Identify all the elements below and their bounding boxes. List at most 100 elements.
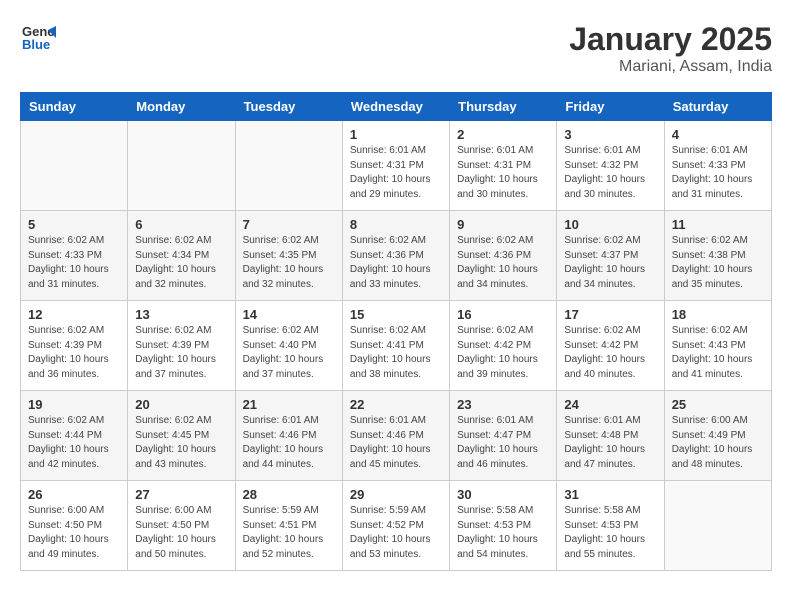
day-header-sunday: Sunday	[21, 93, 128, 121]
day-detail: Sunrise: 6:02 AM Sunset: 4:36 PM Dayligh…	[350, 234, 442, 292]
day-detail: Sunrise: 6:00 AM Sunset: 4:50 PM Dayligh…	[135, 504, 227, 562]
day-detail: Sunrise: 5:58 AM Sunset: 4:53 PM Dayligh…	[564, 504, 656, 562]
calendar-cell	[21, 121, 128, 211]
calendar-cell: 9 Sunrise: 6:02 AM Sunset: 4:36 PM Daylig…	[450, 211, 557, 301]
day-number: 31	[564, 487, 656, 502]
day-detail: Sunrise: 6:02 AM Sunset: 4:39 PM Dayligh…	[28, 324, 120, 382]
day-number: 19	[28, 397, 120, 412]
calendar-cell: 14 Sunrise: 6:02 AM Sunset: 4:40 PM Dayli…	[235, 301, 342, 391]
week-row-2: 5 Sunrise: 6:02 AM Sunset: 4:33 PM Daylig…	[21, 211, 772, 301]
day-number: 8	[350, 217, 442, 232]
day-number: 23	[457, 397, 549, 412]
day-header-monday: Monday	[128, 93, 235, 121]
day-number: 20	[135, 397, 227, 412]
calendar-cell: 18 Sunrise: 6:02 AM Sunset: 4:43 PM Dayli…	[664, 301, 771, 391]
calendar-cell: 22 Sunrise: 6:01 AM Sunset: 4:46 PM Dayli…	[342, 391, 449, 481]
calendar-cell: 16Sunrise: 6:02 AM Sunset: 4:42 PM Dayli…	[450, 301, 557, 391]
day-detail: Sunrise: 5:59 AM Sunset: 4:52 PM Dayligh…	[350, 504, 442, 562]
calendar-cell: 28 Sunrise: 5:59 AM Sunset: 4:51 PM Dayli…	[235, 481, 342, 571]
day-number: 30	[457, 487, 549, 502]
day-number: 1	[350, 127, 442, 142]
calendar-cell: 27 Sunrise: 6:00 AM Sunset: 4:50 PM Dayli…	[128, 481, 235, 571]
day-number: 21	[243, 397, 335, 412]
day-number: 5	[28, 217, 120, 232]
calendar-cell: 10Sunrise: 6:02 AM Sunset: 4:37 PM Dayli…	[557, 211, 664, 301]
day-number: 6	[135, 217, 227, 232]
logo: General Blue	[20, 20, 56, 61]
calendar-table: SundayMondayTuesdayWednesdayThursdayFrid…	[20, 92, 772, 571]
calendar-cell: 12 Sunrise: 6:02 AM Sunset: 4:39 PM Dayli…	[21, 301, 128, 391]
week-row-5: 26 Sunrise: 6:00 AM Sunset: 4:50 PM Dayli…	[21, 481, 772, 571]
logo-icon: General Blue	[20, 20, 56, 61]
calendar-cell: 6 Sunrise: 6:02 AM Sunset: 4:34 PM Daylig…	[128, 211, 235, 301]
day-detail: Sunrise: 6:01 AM Sunset: 4:31 PM Dayligh…	[457, 144, 549, 202]
day-detail: Sunrise: 6:01 AM Sunset: 4:46 PM Dayligh…	[243, 414, 335, 472]
day-detail: Sunrise: 6:02 AM Sunset: 4:34 PM Dayligh…	[135, 234, 227, 292]
title-block: January 2025 Mariani, Assam, India	[569, 20, 772, 76]
day-header-saturday: Saturday	[664, 93, 771, 121]
day-number: 27	[135, 487, 227, 502]
day-number: 13	[135, 307, 227, 322]
day-detail: Sunrise: 5:59 AM Sunset: 4:51 PM Dayligh…	[243, 504, 335, 562]
day-detail: Sunrise: 6:01 AM Sunset: 4:46 PM Dayligh…	[350, 414, 442, 472]
day-number: 22	[350, 397, 442, 412]
day-detail: Sunrise: 6:02 AM Sunset: 4:43 PM Dayligh…	[672, 324, 764, 382]
calendar-cell: 21 Sunrise: 6:01 AM Sunset: 4:46 PM Dayli…	[235, 391, 342, 481]
day-number: 28	[243, 487, 335, 502]
calendar-cell: 26 Sunrise: 6:00 AM Sunset: 4:50 PM Dayli…	[21, 481, 128, 571]
days-header-row: SundayMondayTuesdayWednesdayThursdayFrid…	[21, 93, 772, 121]
day-detail: Sunrise: 6:01 AM Sunset: 4:47 PM Dayligh…	[457, 414, 549, 472]
day-detail: Sunrise: 6:01 AM Sunset: 4:33 PM Dayligh…	[672, 144, 764, 202]
day-number: 4	[672, 127, 764, 142]
calendar-cell: 7Sunrise: 6:02 AM Sunset: 4:35 PM Daylig…	[235, 211, 342, 301]
calendar-cell: 30 Sunrise: 5:58 AM Sunset: 4:53 PM Dayli…	[450, 481, 557, 571]
day-number: 12	[28, 307, 120, 322]
day-detail: Sunrise: 6:02 AM Sunset: 4:40 PM Dayligh…	[243, 324, 335, 382]
day-header-friday: Friday	[557, 93, 664, 121]
day-detail: Sunrise: 6:02 AM Sunset: 4:42 PM Dayligh…	[457, 324, 549, 382]
day-detail: Sunrise: 6:01 AM Sunset: 4:48 PM Dayligh…	[564, 414, 656, 472]
day-header-tuesday: Tuesday	[235, 93, 342, 121]
day-number: 9	[457, 217, 549, 232]
day-number: 29	[350, 487, 442, 502]
day-number: 18	[672, 307, 764, 322]
calendar-cell	[128, 121, 235, 211]
day-detail: Sunrise: 6:02 AM Sunset: 4:39 PM Dayligh…	[135, 324, 227, 382]
calendar-cell	[664, 481, 771, 571]
calendar-cell: 13 Sunrise: 6:02 AM Sunset: 4:39 PM Dayli…	[128, 301, 235, 391]
calendar-cell: 31 Sunrise: 5:58 AM Sunset: 4:53 PM Dayli…	[557, 481, 664, 571]
svg-text:Blue: Blue	[22, 37, 50, 52]
day-detail: Sunrise: 6:02 AM Sunset: 4:44 PM Dayligh…	[28, 414, 120, 472]
day-number: 26	[28, 487, 120, 502]
calendar-cell: 20 Sunrise: 6:02 AM Sunset: 4:45 PM Dayli…	[128, 391, 235, 481]
calendar-cell: 25Sunrise: 6:00 AM Sunset: 4:49 PM Dayli…	[664, 391, 771, 481]
day-detail: Sunrise: 6:00 AM Sunset: 4:49 PM Dayligh…	[672, 414, 764, 472]
calendar-cell: 2Sunrise: 6:01 AM Sunset: 4:31 PM Daylig…	[450, 121, 557, 211]
day-detail: Sunrise: 6:02 AM Sunset: 4:42 PM Dayligh…	[564, 324, 656, 382]
calendar-cell: 17 Sunrise: 6:02 AM Sunset: 4:42 PM Dayli…	[557, 301, 664, 391]
day-number: 17	[564, 307, 656, 322]
calendar-subtitle: Mariani, Assam, India	[569, 58, 772, 76]
day-detail: Sunrise: 6:02 AM Sunset: 4:33 PM Dayligh…	[28, 234, 120, 292]
calendar-cell: 3Sunrise: 6:01 AM Sunset: 4:32 PM Daylig…	[557, 121, 664, 211]
day-detail: Sunrise: 6:01 AM Sunset: 4:31 PM Dayligh…	[350, 144, 442, 202]
calendar-cell: 4 Sunrise: 6:01 AM Sunset: 4:33 PM Daylig…	[664, 121, 771, 211]
week-row-1: 1 Sunrise: 6:01 AM Sunset: 4:31 PM Daylig…	[21, 121, 772, 211]
calendar-cell: 11Sunrise: 6:02 AM Sunset: 4:38 PM Dayli…	[664, 211, 771, 301]
calendar-cell: 23 Sunrise: 6:01 AM Sunset: 4:47 PM Dayli…	[450, 391, 557, 481]
day-detail: Sunrise: 6:02 AM Sunset: 4:36 PM Dayligh…	[457, 234, 549, 292]
day-detail: Sunrise: 6:00 AM Sunset: 4:50 PM Dayligh…	[28, 504, 120, 562]
day-number: 10	[564, 217, 656, 232]
week-row-4: 19 Sunrise: 6:02 AM Sunset: 4:44 PM Dayli…	[21, 391, 772, 481]
calendar-title: January 2025	[569, 20, 772, 58]
day-number: 7	[243, 217, 335, 232]
day-detail: Sunrise: 6:02 AM Sunset: 4:41 PM Dayligh…	[350, 324, 442, 382]
day-detail: Sunrise: 5:58 AM Sunset: 4:53 PM Dayligh…	[457, 504, 549, 562]
day-number: 14	[243, 307, 335, 322]
calendar-cell	[235, 121, 342, 211]
calendar-cell: 15Sunrise: 6:02 AM Sunset: 4:41 PM Dayli…	[342, 301, 449, 391]
day-number: 24	[564, 397, 656, 412]
calendar-cell: 24 Sunrise: 6:01 AM Sunset: 4:48 PM Dayli…	[557, 391, 664, 481]
week-row-3: 12 Sunrise: 6:02 AM Sunset: 4:39 PM Dayli…	[21, 301, 772, 391]
day-detail: Sunrise: 6:02 AM Sunset: 4:45 PM Dayligh…	[135, 414, 227, 472]
